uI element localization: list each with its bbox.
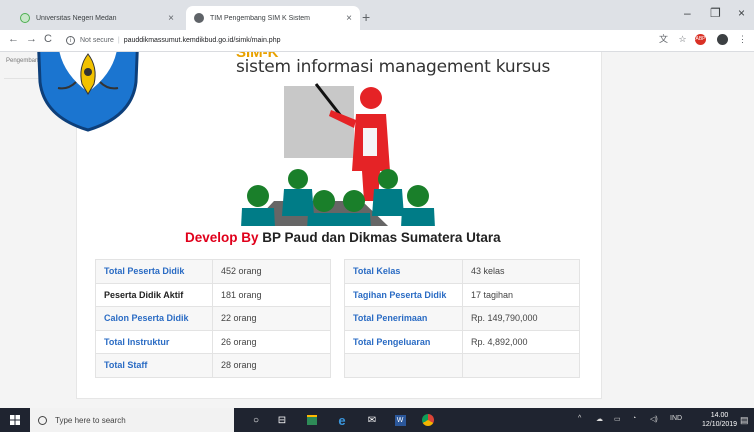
chrome-icon[interactable] <box>420 412 436 428</box>
stats-table-left: Total Peserta Didik 452 orang Peserta Di… <box>95 259 331 378</box>
tab-title: Universitas Negeri Medan <box>36 14 117 22</box>
minimize-icon[interactable]: – <box>684 6 691 20</box>
table-row: Total Pengeluaran Rp. 4,892,000 <box>344 329 580 354</box>
stat-label[interactable]: Total Peserta Didik <box>95 259 213 283</box>
profile-icon[interactable] <box>717 34 728 45</box>
table-row: Total Peserta Didik 452 orang <box>95 259 331 283</box>
browser-toolbar: ← → C i Not secure | pauddikmassumut.kem… <box>0 30 754 52</box>
table-row: Total Kelas 43 kelas <box>344 259 580 283</box>
tab-title: TIM Pengembang SIM K Sistem <box>210 14 310 22</box>
forward-icon[interactable]: → <box>26 33 37 45</box>
browser-tab-strip: Universitas Negeri Medan × TIM Pengemban… <box>0 0 754 30</box>
stat-label[interactable]: Total Penerimaan <box>344 306 463 330</box>
new-tab-icon[interactable]: + <box>362 9 370 25</box>
stat-value: 181 orang <box>212 282 331 307</box>
classroom-illustration <box>241 83 435 226</box>
info-icon[interactable]: i <box>66 36 75 45</box>
table-row: Peserta Didik Aktif 181 orang <box>95 282 331 307</box>
tab-tim-pengembang[interactable]: TIM Pengembang SIM K Sistem × <box>186 6 360 30</box>
battery-icon[interactable]: ▭ <box>614 415 621 423</box>
stat-value: 17 tagihan <box>462 282 580 307</box>
taskbar-clock[interactable]: 14.00 12/10/2019 <box>702 411 737 429</box>
table-row: Total Instruktur 26 orang <box>95 329 331 354</box>
back-icon[interactable]: ← <box>8 33 19 45</box>
close-tab-icon[interactable]: × <box>168 13 174 24</box>
stat-label <box>344 353 463 377</box>
language-indicator[interactable]: IND <box>670 415 682 422</box>
edge-icon[interactable]: e <box>334 412 350 428</box>
stat-label[interactable]: Total Staff <box>95 353 213 377</box>
developer-credit: Develop By BP Paud dan Dikmas Sumatera U… <box>185 230 501 245</box>
stat-label[interactable]: Tagihan Peserta Didik <box>344 282 463 307</box>
stat-value: 22 orang <box>212 306 331 330</box>
windows-logo-icon <box>10 415 20 425</box>
table-row: Tagihan Peserta Didik 17 tagihan <box>344 282 580 307</box>
windows-taskbar: Type here to search ○ ⊟ e ✉ W ^ ☁ ▭ ◔ ◁)… <box>0 408 754 432</box>
tut-wuri-logo <box>37 52 139 132</box>
close-tab-icon[interactable]: × <box>346 13 352 24</box>
table-row: Total Staff 28 orang <box>95 353 331 377</box>
developer-org: BP Paud dan Dikmas Sumatera Utara <box>262 230 501 245</box>
menu-icon[interactable]: ⋮ <box>737 34 748 45</box>
stat-value: 452 orang <box>212 259 331 283</box>
stat-label[interactable]: Total Pengeluaran <box>344 329 463 354</box>
clock-date: 12/10/2019 <box>702 421 738 428</box>
search-icon <box>38 415 47 425</box>
mail-icon[interactable]: ✉ <box>364 412 380 428</box>
stat-label[interactable]: Total Instruktur <box>95 329 213 354</box>
extension-icon[interactable]: ABP <box>695 34 706 45</box>
stat-value: Rp. 4,892,000 <box>462 329 580 354</box>
stat-label[interactable]: Calon Peserta Didik <box>95 306 213 330</box>
tab-universitas-negeri-medan[interactable]: Universitas Negeri Medan × <box>12 6 182 30</box>
store-icon[interactable] <box>304 412 320 428</box>
volume-icon[interactable]: ◁) <box>650 415 658 423</box>
search-placeholder: Type here to search <box>55 415 126 425</box>
cortana-icon[interactable]: ○ <box>248 412 264 428</box>
bookmark-star-icon[interactable]: ☆ <box>677 34 688 45</box>
network-icon[interactable]: ◔ <box>632 415 636 422</box>
url-text[interactable]: pauddikmassumut.kemdikbud.go.id/simk/mai… <box>124 37 281 44</box>
stat-value: Rp. 149,790,000 <box>462 306 580 330</box>
start-button[interactable] <box>0 408 30 432</box>
stats-table-right: Total Kelas 43 kelas Tagihan Peserta Did… <box>344 259 580 378</box>
security-label: Not secure <box>80 37 114 44</box>
cloud-icon[interactable]: ☁ <box>596 415 603 423</box>
table-row: Calon Peserta Didik 22 orang <box>95 306 331 330</box>
divider: | <box>117 37 120 44</box>
taskbar-search-box[interactable]: Type here to search <box>30 408 234 432</box>
close-window-icon[interactable]: × <box>738 6 745 20</box>
stat-value: 28 orang <box>212 353 331 377</box>
stat-value: 26 orang <box>212 329 331 354</box>
task-view-icon[interactable]: ⊟ <box>274 412 290 428</box>
restore-icon[interactable]: ❐ <box>710 6 721 20</box>
notifications-icon[interactable]: ▤ <box>740 415 749 426</box>
favicon-icon <box>194 13 204 23</box>
stat-value: 43 kelas <box>462 259 580 283</box>
table-row: Total Penerimaan Rp. 149,790,000 <box>344 306 580 330</box>
translate-icon[interactable]: 文 <box>658 34 669 45</box>
favicon-icon <box>20 13 30 23</box>
show-hidden-icons-icon[interactable]: ^ <box>578 415 581 422</box>
developer-prefix: Develop By <box>185 230 259 245</box>
table-row <box>344 353 580 377</box>
stat-value <box>462 353 580 377</box>
stat-label[interactable]: Total Kelas <box>344 259 463 283</box>
brand-tagline: sistem informasi management kursus <box>236 57 551 77</box>
stat-label: Peserta Didik Aktif <box>95 282 213 307</box>
clock-time: 14.00 <box>710 412 729 419</box>
word-icon[interactable]: W <box>392 412 408 428</box>
page-viewport: Pengembang SIM-K sistem informasi manage… <box>0 52 754 408</box>
reload-icon[interactable]: C <box>44 33 52 45</box>
address-bar[interactable]: i Not secure | pauddikmassumut.kemdikbud… <box>66 32 626 49</box>
